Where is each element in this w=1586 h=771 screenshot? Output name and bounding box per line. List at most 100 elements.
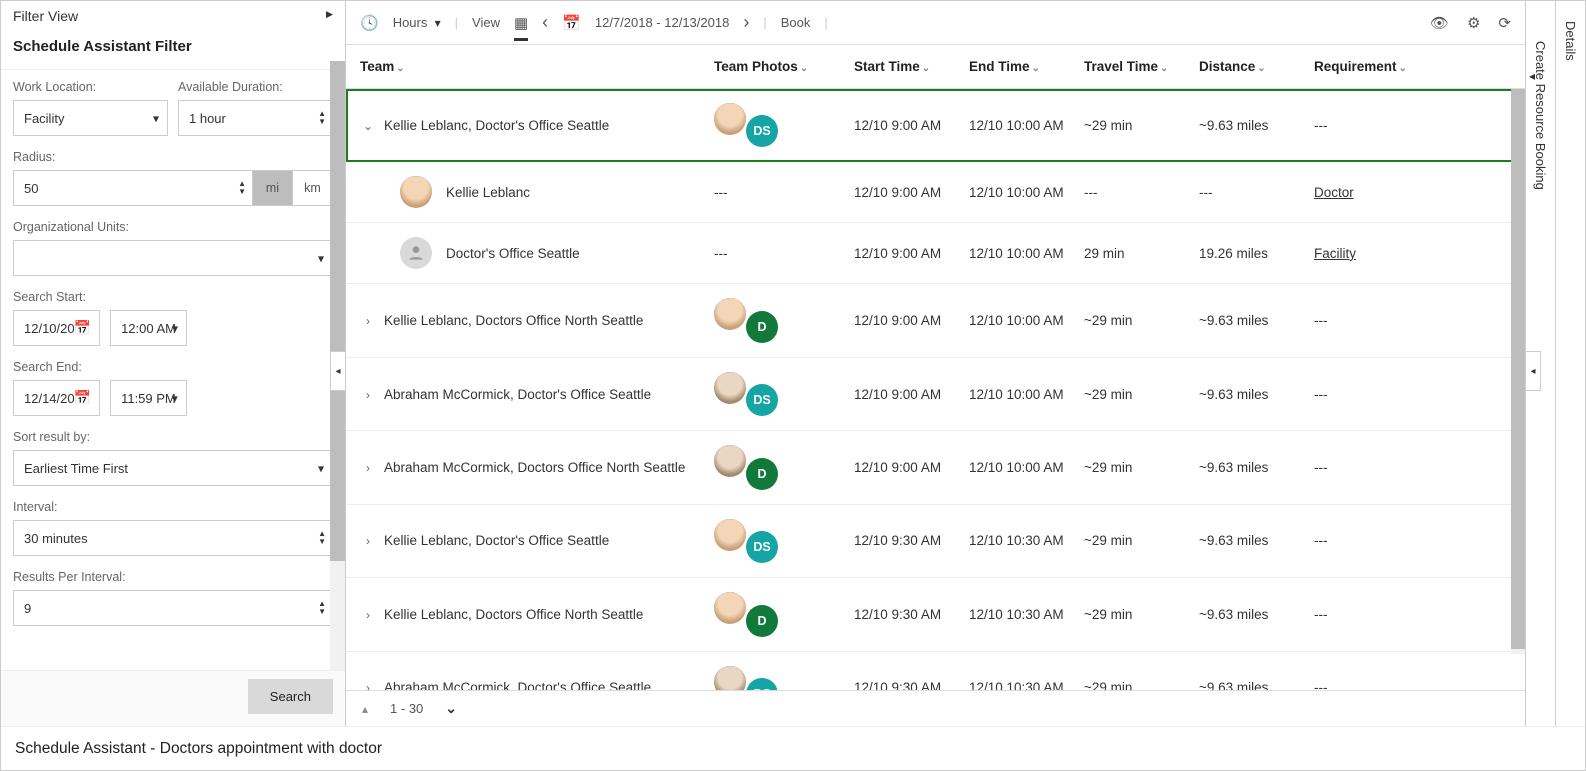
- travel-time-cell: ~29 min: [1076, 578, 1191, 651]
- spinner-icon[interactable]: ▲▼: [318, 110, 326, 126]
- org-units-select[interactable]: [13, 240, 333, 276]
- calendar-icon[interactable]: 📅: [74, 390, 91, 407]
- requirement-cell: ---: [1306, 431, 1525, 504]
- search-start-time[interactable]: 12:00 AM: [110, 310, 187, 346]
- create-resource-booking-label: Create Resource Booking: [1533, 41, 1548, 190]
- available-duration-input[interactable]: 1 hour ▲▼: [178, 100, 333, 136]
- team-photos-cell: D: [706, 284, 846, 357]
- table-row[interactable]: ›Kellie Leblanc, Doctor's Office Seattle…: [346, 504, 1525, 577]
- avatar: [714, 372, 746, 404]
- col-requirement[interactable]: Requirement⌄: [1306, 45, 1525, 89]
- panel-collapse-handle-left[interactable]: ◂: [330, 351, 346, 391]
- col-end[interactable]: End Time⌄: [961, 45, 1076, 89]
- requirement-cell: ---: [1306, 504, 1525, 577]
- chevron-right-icon[interactable]: ›: [360, 388, 376, 402]
- work-location-select[interactable]: Facility: [13, 100, 168, 136]
- book-button[interactable]: Book: [781, 15, 811, 30]
- expand-rail-icon[interactable]: ◂: [1529, 69, 1535, 83]
- requirement-cell: ---: [1306, 284, 1525, 357]
- chevron-right-icon[interactable]: ›: [360, 534, 376, 548]
- collapse-filter-icon[interactable]: ◂: [326, 7, 333, 24]
- pager-up-icon[interactable]: ▴: [362, 702, 368, 716]
- hours-dropdown[interactable]: Hours: [393, 15, 441, 30]
- table-row[interactable]: ›Abraham McCormick, Doctors Office North…: [346, 431, 1525, 504]
- create-booking-rail[interactable]: ◂ Create Resource Booking ◂: [1525, 1, 1555, 726]
- prev-range-button[interactable]: [542, 12, 548, 33]
- table-row[interactable]: ⌄Kellie Leblanc, Doctor's Office Seattle…: [346, 89, 1525, 162]
- start-time-cell: 12/10 9:00 AM: [846, 284, 961, 357]
- date-range[interactable]: 12/7/2018 - 12/13/2018: [595, 15, 729, 30]
- chevron-down-icon[interactable]: ⌄: [360, 119, 376, 133]
- chevron-right-icon[interactable]: ›: [360, 314, 376, 328]
- search-end-date[interactable]: 12/14/2018 📅: [13, 380, 100, 416]
- results-per-interval-input[interactable]: 9 ▲▼: [13, 590, 333, 626]
- distance-cell: ~9.63 miles: [1191, 651, 1306, 690]
- radius-unit-mi[interactable]: mi: [253, 170, 293, 206]
- team-photos-cell: DS: [706, 357, 846, 430]
- interval-input[interactable]: 30 minutes ▲▼: [13, 520, 333, 556]
- toolbar: 🕓 Hours | View ▦ 📅 12/7/2018 - 12/13/201…: [346, 1, 1525, 45]
- team-name: Kellie Leblanc: [446, 185, 530, 200]
- panel-collapse-handle-right[interactable]: ◂: [1525, 351, 1541, 391]
- col-distance[interactable]: Distance⌄: [1191, 45, 1306, 89]
- status-bar: Schedule Assistant - Doctors appointment…: [1, 726, 1585, 770]
- end-time-cell: 12/10 10:00 AM: [961, 357, 1076, 430]
- col-photos[interactable]: Team Photos⌄: [706, 45, 846, 89]
- spinner-icon[interactable]: ▲▼: [318, 600, 326, 616]
- requirement-link[interactable]: Doctor: [1314, 185, 1354, 200]
- requirement-link[interactable]: Facility: [1314, 246, 1356, 261]
- team-badge-d: D: [746, 605, 778, 637]
- search-end-time[interactable]: 11:59 PM: [110, 380, 187, 416]
- table-row[interactable]: ›Kellie Leblanc, Doctors Office North Se…: [346, 284, 1525, 357]
- pager-down-icon[interactable]: ⌄: [445, 700, 457, 717]
- chevron-right-icon[interactable]: ›: [360, 461, 376, 475]
- spinner-icon[interactable]: ▲▼: [238, 180, 246, 196]
- travel-time-cell: ---: [1076, 162, 1191, 223]
- requirement-cell: ---: [1306, 651, 1525, 690]
- search-button[interactable]: Search: [248, 679, 333, 714]
- status-text: Schedule Assistant - Doctors appointment…: [15, 740, 382, 758]
- grid-scrollbar[interactable]: [1511, 89, 1525, 654]
- chevron-right-icon[interactable]: ›: [360, 681, 376, 690]
- team-photos-cell: DS: [706, 89, 846, 162]
- sort-by-select[interactable]: Earliest Time First: [13, 450, 333, 486]
- details-label: Details: [1563, 21, 1578, 726]
- col-start[interactable]: Start Time⌄: [846, 45, 961, 89]
- pager-range: 1 - 30: [390, 701, 423, 716]
- table-row[interactable]: ›Kellie Leblanc, Doctors Office North Se…: [346, 578, 1525, 651]
- filter-panel: Filter View ◂ Schedule Assistant Filter …: [1, 1, 346, 726]
- chevron-right-icon[interactable]: ›: [360, 608, 376, 622]
- chevron-down-icon: [153, 111, 159, 126]
- distance-cell: 19.26 miles: [1191, 223, 1306, 284]
- radius-input[interactable]: 50 ▲▼: [13, 170, 253, 206]
- end-time-cell: 12/10 10:30 AM: [961, 651, 1076, 690]
- eye-icon[interactable]: 👁: [1430, 14, 1449, 32]
- distance-cell: ~9.63 miles: [1191, 431, 1306, 504]
- refresh-icon[interactable]: ⟳: [1498, 14, 1511, 32]
- start-time-cell: 12/10 9:00 AM: [846, 223, 961, 284]
- table-row[interactable]: Kellie Leblanc --- 12/10 9:00 AM 12/10 1…: [346, 162, 1525, 223]
- results-table: Team⌄ Team Photos⌄ Start Time⌄ End Time⌄…: [346, 45, 1525, 690]
- table-row[interactable]: ›Abraham McCormick, Doctor's Office Seat…: [346, 357, 1525, 430]
- grid-view-icon[interactable]: ▦: [514, 14, 528, 41]
- search-start-date[interactable]: 12/10/2018 📅: [13, 310, 100, 346]
- calendar-icon[interactable]: 📅: [74, 320, 91, 337]
- clock-icon: 🕓: [360, 14, 379, 32]
- table-row[interactable]: ›Abraham McCormick, Doctor's Office Seat…: [346, 651, 1525, 690]
- travel-time-cell: ~29 min: [1076, 651, 1191, 690]
- radius-unit-km[interactable]: km: [293, 170, 333, 206]
- distance-cell: ~9.63 miles: [1191, 357, 1306, 430]
- col-travel[interactable]: Travel Time⌄: [1076, 45, 1191, 89]
- avatar: [714, 592, 746, 624]
- spinner-icon[interactable]: ▲▼: [318, 530, 326, 546]
- gear-icon[interactable]: ⚙: [1467, 14, 1480, 32]
- requirement-cell: ---: [1306, 89, 1525, 162]
- next-range-button[interactable]: [743, 12, 749, 33]
- col-team[interactable]: Team⌄: [346, 45, 706, 89]
- table-row[interactable]: Doctor's Office Seattle --- 12/10 9:00 A…: [346, 223, 1525, 284]
- calendar-icon[interactable]: 📅: [562, 14, 581, 32]
- start-time-cell: 12/10 9:00 AM: [846, 162, 961, 223]
- team-badge-d: D: [746, 458, 778, 490]
- details-rail[interactable]: Details: [1555, 1, 1585, 726]
- search-start-label: Search Start:: [13, 290, 333, 304]
